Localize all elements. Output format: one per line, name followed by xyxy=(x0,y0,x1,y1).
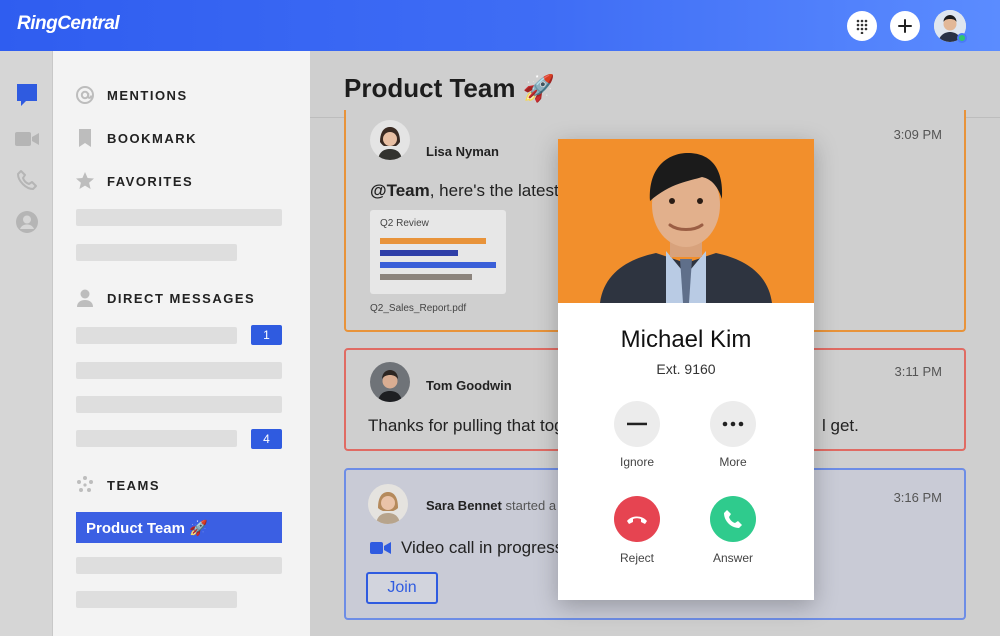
video-call-status: Video call in progress xyxy=(370,538,563,558)
hang-up-icon xyxy=(627,516,647,524)
more-dots-icon xyxy=(722,421,744,427)
sender-name[interactable]: Lisa Nyman xyxy=(426,144,499,159)
dm-row-placeholder[interactable] xyxy=(76,430,237,447)
sidebar-item-mentions[interactable]: MENTIONS xyxy=(75,83,188,107)
section-label: DIRECT MESSAGES xyxy=(107,290,256,306)
add-button[interactable] xyxy=(890,11,920,41)
section-label: TEAMS xyxy=(107,477,160,493)
video-camera-icon xyxy=(370,542,391,554)
ignore-label: Ignore xyxy=(619,455,655,469)
plus-icon xyxy=(898,19,912,33)
attachment-preview[interactable]: Q2 Review xyxy=(370,210,506,294)
contact-icon xyxy=(16,211,38,233)
placeholder-row xyxy=(76,209,282,226)
message-text-right: l get. xyxy=(822,416,859,435)
message-text: @Team, here's the latest xyxy=(370,181,559,201)
sender-label: Sara Bennet xyxy=(426,498,502,513)
team-row-placeholder[interactable] xyxy=(76,557,282,574)
dm-row-placeholder[interactable] xyxy=(76,327,237,344)
timestamp: 3:16 PM xyxy=(893,490,942,505)
unread-badge: 4 xyxy=(251,429,282,449)
at-icon xyxy=(75,85,95,105)
preview-bar xyxy=(380,274,472,280)
avatar[interactable] xyxy=(370,120,410,160)
online-status-dot xyxy=(957,33,967,43)
star-icon xyxy=(75,171,95,191)
sidebar-item-label: MENTIONS xyxy=(107,87,188,103)
sidebar-item-favorites[interactable]: FAVORITES xyxy=(75,169,193,193)
mention[interactable]: @Team xyxy=(370,181,430,200)
phone-icon xyxy=(17,170,37,190)
answer-label: Answer xyxy=(712,551,753,565)
dm-row-placeholder[interactable] xyxy=(76,362,282,379)
attachment-filename[interactable]: Q2_Sales_Report.pdf xyxy=(370,303,466,314)
unread-badge: 1 xyxy=(251,325,282,345)
person-icon xyxy=(75,288,95,308)
sidebar-section-teams[interactable]: TEAMS xyxy=(75,473,160,497)
attachment-title: Q2 Review xyxy=(380,218,429,229)
sender-action: started a xyxy=(505,498,557,513)
video-camera-icon xyxy=(15,132,39,146)
message-body: , here's the latest xyxy=(429,181,559,200)
app-logo[interactable]: RingCentral xyxy=(17,13,120,35)
reject-button[interactable] xyxy=(614,496,660,542)
caller-extension: Ext. 9160 xyxy=(656,361,716,377)
sidebar-item-product-team[interactable]: Product Team 🚀 xyxy=(76,512,282,543)
dialpad-button[interactable] xyxy=(847,11,877,41)
video-call-text: Video call in progress xyxy=(401,538,564,557)
sender-name[interactable]: Tom Goodwin xyxy=(426,378,512,393)
dialpad-icon xyxy=(856,19,868,34)
messages-rail-button[interactable] xyxy=(14,82,40,108)
top-bar: RingCentral xyxy=(0,0,1000,51)
minus-icon xyxy=(627,422,647,426)
preview-bar xyxy=(380,238,486,244)
video-rail-button[interactable] xyxy=(14,126,40,152)
more-label: More xyxy=(719,455,747,469)
sidebar-section-direct-messages[interactable]: DIRECT MESSAGES xyxy=(75,286,255,310)
phone-icon xyxy=(724,510,742,528)
avatar[interactable] xyxy=(368,484,408,524)
sidebar: MENTIONS BOOKMARK FAVORITES DIRECT MESSA… xyxy=(53,51,310,636)
avatar[interactable] xyxy=(370,362,410,402)
message-bubble-icon xyxy=(17,84,37,106)
answer-button[interactable] xyxy=(710,496,756,542)
more-button[interactable] xyxy=(710,401,756,447)
join-button[interactable]: Join xyxy=(366,572,438,604)
reject-label: Reject xyxy=(619,551,654,565)
bookmark-icon xyxy=(75,128,95,148)
sidebar-item-label: BOOKMARK xyxy=(107,130,197,146)
message-text-left: Thanks for pulling that tog xyxy=(368,416,564,435)
team-row-placeholder[interactable] xyxy=(76,591,237,608)
teams-icon xyxy=(75,475,95,495)
contacts-rail-button[interactable] xyxy=(14,209,40,235)
incoming-call-card: Michael Kim Ext. 9160 Ignore More Reject… xyxy=(558,139,814,600)
page-title: Product Team 🚀 xyxy=(344,73,556,103)
placeholder-row xyxy=(76,244,237,261)
timestamp: 3:11 PM xyxy=(894,364,942,379)
dm-row-placeholder[interactable] xyxy=(76,396,282,413)
preview-bar xyxy=(380,250,458,256)
caller-name: Michael Kim xyxy=(620,326,752,353)
app-rail xyxy=(0,51,53,636)
sidebar-item-label: FAVORITES xyxy=(107,173,194,189)
ignore-button[interactable] xyxy=(614,401,660,447)
timestamp: 3:09 PM xyxy=(893,127,942,142)
sidebar-item-bookmark[interactable]: BOOKMARK xyxy=(75,126,197,150)
preview-bar xyxy=(380,262,496,268)
caller-photo xyxy=(558,139,814,303)
phone-rail-button[interactable] xyxy=(14,167,40,193)
sender-name[interactable]: Sara Bennet started a xyxy=(426,498,556,513)
